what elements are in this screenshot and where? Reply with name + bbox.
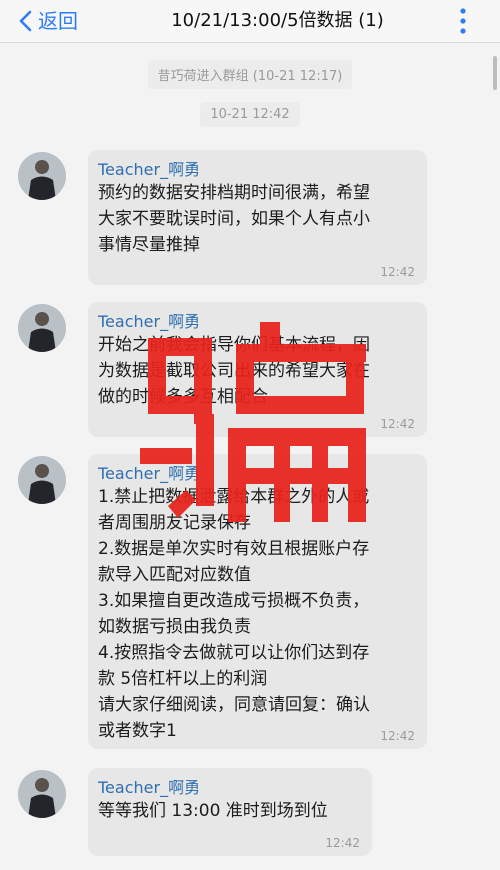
message-line: 款 5倍杠杆以上的利润 <box>98 669 268 689</box>
more-options-button[interactable] <box>448 7 478 37</box>
message-line: 大家不要耽误时间，如果个人有点小 <box>98 209 370 229</box>
more-vertical-icon <box>460 8 466 34</box>
message-line: 开始之前我会指导你们基本流程，因 <box>98 335 370 355</box>
message-text: 1.禁止把数据泄露给本群之外的人或 者周围朋友记录保存 2.数据是单次实时有效且… <box>98 484 370 744</box>
message-line: 2.数据是单次实时有效且根据账户存 <box>98 539 370 559</box>
message-line: 或者数字1 <box>98 721 177 741</box>
message-line: 4.按照指令去做就可以让你们达到存 <box>98 643 370 663</box>
message-time: 12:42 <box>380 417 415 431</box>
person-avatar-icon <box>18 304 66 352</box>
avatar[interactable] <box>18 152 66 200</box>
message-time: 12:42 <box>380 729 415 743</box>
message-text: 预约的数据安排档期时间很满，希望 大家不要耽误时间，如果个人有点小 事情尽量推掉 <box>98 180 370 258</box>
message-text: 等等我们 13:00 准时到场到位 <box>98 798 328 824</box>
avatar[interactable] <box>18 304 66 352</box>
message-line: 如数据亏损由我负责 <box>98 617 251 637</box>
person-avatar-icon <box>18 456 66 504</box>
message-bubble[interactable]: Teacher_啊勇 1.禁止把数据泄露给本群之外的人或 者周围朋友记录保存 2… <box>88 454 427 749</box>
avatar[interactable] <box>18 456 66 504</box>
back-label: 返回 <box>38 9 78 33</box>
message-bubble[interactable]: Teacher_啊勇 开始之前我会指导你们基本流程，因 为数据是截取公司出来的希… <box>88 302 427 437</box>
message-bubble[interactable]: Teacher_啊勇 等等我们 13:00 准时到场到位 12:42 <box>88 768 372 856</box>
back-button[interactable]: 返回 <box>18 0 78 42</box>
message-line: 预约的数据安排档期时间很满，希望 <box>98 183 370 203</box>
sender-name: Teacher_啊勇 <box>98 312 201 331</box>
join-notice: 昔巧荷进入群组 (10-21 12:17) <box>0 60 500 89</box>
navigation-bar: 返回 10/21/13:00/5倍数据 (1) <box>0 0 500 43</box>
message-line: 款导入匹配对应数值 <box>98 565 251 585</box>
chevron-left-icon <box>19 10 32 32</box>
sender-name: Teacher_啊勇 <box>98 464 201 483</box>
message-bubble[interactable]: Teacher_啊勇 预约的数据安排档期时间很满，希望 大家不要耽误时间，如果个… <box>88 150 427 285</box>
message-time: 12:42 <box>380 265 415 279</box>
message-line: 为数据是截取公司出来的希望大家在 <box>98 361 370 381</box>
message-line: 3.如果擅自更改造成亏损概不负责， <box>98 591 370 611</box>
message-line: 做的时候多多互相配合 <box>98 387 268 407</box>
avatar[interactable] <box>18 770 66 818</box>
chat-title: 10/21/13:00/5倍数据 (1) <box>171 10 384 31</box>
message-line: 者周围朋友记录保存 <box>98 513 251 533</box>
message-text: 开始之前我会指导你们基本流程，因 为数据是截取公司出来的希望大家在 做的时候多多… <box>98 332 370 410</box>
join-notice-text: 昔巧荷进入群组 (10-21 12:17) <box>147 60 353 89</box>
message-line: 等等我们 13:00 准时到场到位 <box>98 801 328 821</box>
person-avatar-icon <box>18 770 66 818</box>
timestamp-text: 10-21 12:42 <box>200 102 300 127</box>
message-line: 请大家仔细阅读，同意请回复：确认 <box>98 695 370 715</box>
sender-name: Teacher_啊勇 <box>98 778 201 797</box>
message-time: 12:42 <box>325 836 360 850</box>
sender-name: Teacher_啊勇 <box>98 160 201 179</box>
message-line: 事情尽量推掉 <box>98 235 200 255</box>
person-avatar-icon <box>18 152 66 200</box>
timestamp-divider: 10-21 12:42 <box>0 102 500 127</box>
message-line: 1.禁止把数据泄露给本群之外的人或 <box>98 487 370 507</box>
